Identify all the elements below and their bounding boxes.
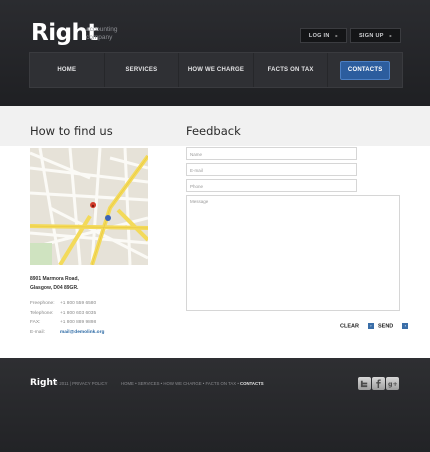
nav-home[interactable]: HOME bbox=[30, 53, 105, 87]
footer-link-facts-on-tax[interactable]: FACTS ON TAX bbox=[205, 381, 236, 386]
contact-row-freephone: Freephone: +1 800 559 6580 bbox=[30, 301, 97, 306]
login-button[interactable]: LOG IN ▸ bbox=[299, 28, 347, 43]
caret-icon: ▸ bbox=[389, 33, 392, 38]
email-field[interactable]: E-mail bbox=[186, 163, 357, 176]
footer-copyright[interactable]: © 2011 | PRIVACY POLICY bbox=[55, 381, 108, 386]
footer-link-contacts[interactable]: CONTACTS bbox=[240, 381, 264, 386]
account-buttons: LOG IN ▸ SIGN UP ▸ bbox=[299, 28, 401, 43]
message-field[interactable]: Message bbox=[186, 195, 400, 311]
contact-row-telephone: Telephone: +1 800 603 6035 bbox=[30, 310, 97, 316]
nav-facts-on-tax[interactable]: FACTS ON TAX bbox=[254, 53, 329, 87]
contact-details: Freephone: +1 800 559 6580 Telephone: +1… bbox=[30, 299, 104, 337]
send-button[interactable]: SEND › bbox=[378, 323, 409, 329]
logo[interactable]: Right accounting company bbox=[31, 20, 117, 46]
footer-link-home[interactable]: HOME bbox=[121, 381, 134, 386]
caret-icon: ▸ bbox=[335, 33, 338, 38]
social-links: g+ bbox=[358, 377, 399, 390]
logo-tagline: accounting company bbox=[86, 26, 118, 41]
main-nav: HOME SERVICES HOW WE CHARGE FACTS ON TAX… bbox=[29, 52, 403, 88]
header: Right accounting company LOG IN ▸ SIGN UP… bbox=[0, 0, 430, 106]
find-us-title: How to find us bbox=[30, 124, 113, 138]
content: How to find us 8901 Marmora Road, Glasgo… bbox=[0, 106, 430, 358]
nav-services[interactable]: SERVICES bbox=[105, 53, 180, 87]
svg-text:g+: g+ bbox=[388, 381, 397, 388]
email-link[interactable]: mail@demolink.org bbox=[60, 328, 104, 338]
contact-row-fax: FAX: +1 800 889 9898 bbox=[30, 320, 97, 325]
page: Right accounting company LOG IN ▸ SIGN UP… bbox=[0, 0, 430, 452]
address: 8901 Marmora Road, Glasgow, D04 89GR. bbox=[30, 276, 79, 291]
phone-field[interactable]: Phone bbox=[186, 179, 357, 192]
footer: Right © 2011 | PRIVACY POLICY HOME • SER… bbox=[0, 358, 430, 452]
arrow-icon: › bbox=[402, 323, 409, 329]
name-field[interactable]: Name bbox=[186, 147, 357, 160]
footer-link-services[interactable]: SERVICES bbox=[138, 381, 160, 386]
clear-button[interactable]: CLEAR › bbox=[340, 323, 374, 329]
contact-row-email: E-mail: mail@demolink.org bbox=[30, 328, 104, 338]
feedback-title: Feedback bbox=[186, 124, 241, 138]
google-plus-icon[interactable]: g+ bbox=[386, 377, 399, 390]
twitter-icon[interactable] bbox=[358, 377, 371, 390]
nav-contacts[interactable]: CONTACTS bbox=[328, 53, 402, 87]
arrow-icon: › bbox=[367, 323, 374, 329]
signup-button[interactable]: SIGN UP ▸ bbox=[349, 28, 401, 43]
footer-links: HOME • SERVICES • HOW WE CHARGE • FACTS … bbox=[121, 381, 264, 386]
facebook-icon[interactable] bbox=[372, 377, 385, 390]
map-image bbox=[30, 148, 148, 265]
nav-how-we-charge[interactable]: HOW WE CHARGE bbox=[179, 53, 254, 87]
footer-logo[interactable]: Right bbox=[30, 378, 57, 388]
location-map[interactable] bbox=[30, 148, 148, 265]
footer-link-how-we-charge[interactable]: HOW WE CHARGE bbox=[163, 381, 201, 386]
